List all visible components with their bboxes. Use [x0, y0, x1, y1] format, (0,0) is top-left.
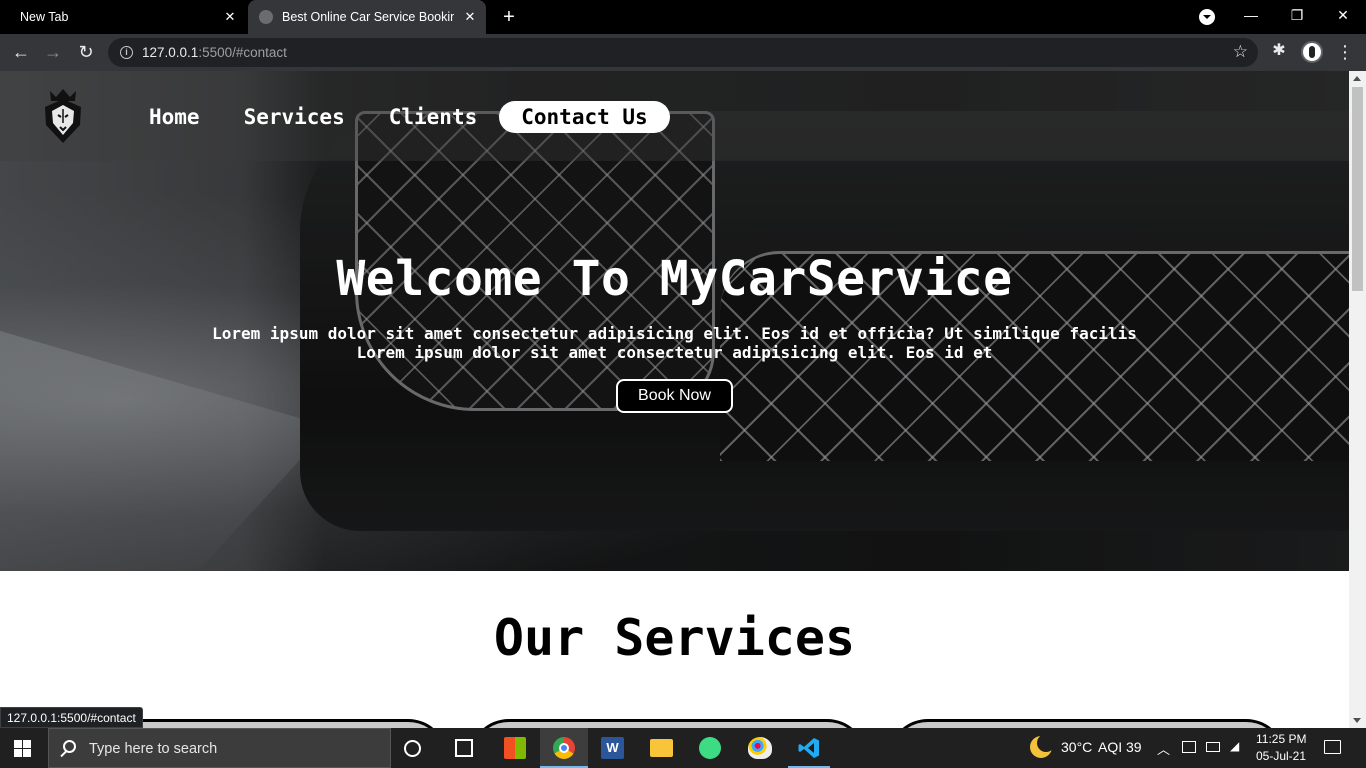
windows-start-icon[interactable]: [14, 740, 31, 757]
extensions-puzzle-icon[interactable]: ✱: [1270, 42, 1288, 60]
site-info-icon[interactable]: i: [120, 46, 133, 59]
vscode-icon[interactable]: [797, 736, 821, 760]
word-icon[interactable]: W: [601, 737, 624, 759]
clock-time: 11:25 PM: [1256, 732, 1307, 746]
browser-toolbar: ← → ↻ i 127.0.0.1:5500/#contact ☆: [0, 34, 1366, 71]
nav-home[interactable]: Home: [127, 101, 222, 133]
restore-icon[interactable]: ❐: [1274, 0, 1320, 34]
chrome-menu-icon[interactable]: ⋮: [1336, 41, 1354, 63]
url-text[interactable]: 127.0.0.1:5500/#contact: [142, 45, 287, 60]
book-now-button[interactable]: Book Now: [616, 379, 733, 413]
search-placeholder: Type here to search: [89, 741, 218, 757]
services-heading: Our Services: [493, 609, 856, 667]
microsoft-store-icon[interactable]: [504, 737, 526, 759]
tab-label: Best Online Car Service Booking |: [282, 10, 454, 24]
cortana-icon[interactable]: [404, 740, 421, 757]
system-clock[interactable]: 11:25 PM 05-Jul-21: [1256, 731, 1306, 765]
page-viewport: Home Services Clients Contact Us Welcome…: [0, 71, 1349, 728]
lion-logo-icon[interactable]: [40, 87, 86, 145]
windows-taskbar: Type here to search W 30°C AQI 39 ︿ ◢ 11…: [0, 728, 1366, 768]
chrome-icon[interactable]: [553, 737, 575, 759]
window-close-icon[interactable]: ✕: [1320, 0, 1366, 34]
meet-now-icon[interactable]: [1182, 741, 1196, 753]
network-wifi-icon[interactable]: ◢: [1230, 739, 1239, 753]
file-explorer-icon[interactable]: [650, 739, 673, 757]
hero-subtitle: Lorem ipsum dolor sit amet consectetur a…: [0, 324, 1349, 362]
tab-strip: New Tab ✕ Best Online Car Service Bookin…: [0, 0, 1366, 34]
service-card[interactable]: [469, 719, 867, 728]
close-tab-icon[interactable]: ✕: [222, 9, 238, 25]
android-studio-icon[interactable]: [699, 737, 721, 759]
scroll-down-arrow-icon[interactable]: [1353, 718, 1361, 723]
nav-clients[interactable]: Clients: [367, 101, 500, 133]
tab-search-icon[interactable]: [1199, 9, 1215, 25]
profile-avatar[interactable]: [1301, 41, 1323, 63]
battery-icon[interactable]: [1206, 742, 1220, 752]
nav-contact-us[interactable]: Contact Us: [499, 101, 670, 133]
forward-arrow-icon[interactable]: →: [41, 40, 65, 64]
address-bar[interactable]: i 127.0.0.1:5500/#contact ☆: [108, 38, 1258, 67]
air-quality-index[interactable]: AQI 39: [1098, 739, 1142, 755]
hero-subtitle-line-2: Lorem ipsum dolor sit amet consectetur a…: [356, 343, 993, 362]
tab-label: New Tab: [20, 10, 69, 24]
bookmark-star-icon[interactable]: ☆: [1233, 42, 1248, 62]
new-tab-plus-icon[interactable]: +: [499, 6, 519, 28]
tab-new-tab[interactable]: New Tab ✕: [0, 0, 246, 34]
hero-section: Home Services Clients Contact Us Welcome…: [0, 71, 1349, 571]
taskbar-search-box[interactable]: Type here to search: [48, 728, 391, 768]
page-scrollbar[interactable]: [1349, 71, 1366, 728]
tab-car-service[interactable]: Best Online Car Service Booking | ✕: [248, 0, 486, 34]
status-bar-url: 127.0.0.1:5500/#contact: [0, 707, 143, 728]
service-card[interactable]: [888, 719, 1286, 728]
notifications-icon[interactable]: [1324, 740, 1341, 754]
task-view-icon[interactable]: [455, 739, 473, 757]
show-hidden-icons-chevron-icon[interactable]: ︿: [1157, 739, 1170, 758]
weather-moon-icon[interactable]: [1030, 734, 1055, 758]
close-tab-icon[interactable]: ✕: [462, 9, 478, 25]
hero-title: Welcome To MyCarService: [336, 251, 1013, 307]
nav-services[interactable]: Services: [222, 101, 367, 133]
weather-temperature[interactable]: 30°C: [1061, 739, 1092, 755]
back-arrow-icon[interactable]: ←: [9, 40, 33, 64]
clock-date: 05-Jul-21: [1256, 749, 1307, 763]
minimize-icon[interactable]: —: [1228, 0, 1274, 34]
search-icon: [63, 740, 76, 753]
main-nav: Home Services Clients Contact Us: [127, 101, 670, 133]
reload-icon[interactable]: ↻: [74, 40, 98, 64]
globe-favicon-icon: [259, 10, 273, 24]
paint-icon[interactable]: [748, 737, 772, 759]
scroll-thumb[interactable]: [1352, 87, 1363, 291]
scroll-up-arrow-icon[interactable]: [1353, 76, 1361, 81]
hero-subtitle-line-1: Lorem ipsum dolor sit amet consectetur a…: [212, 324, 1137, 343]
